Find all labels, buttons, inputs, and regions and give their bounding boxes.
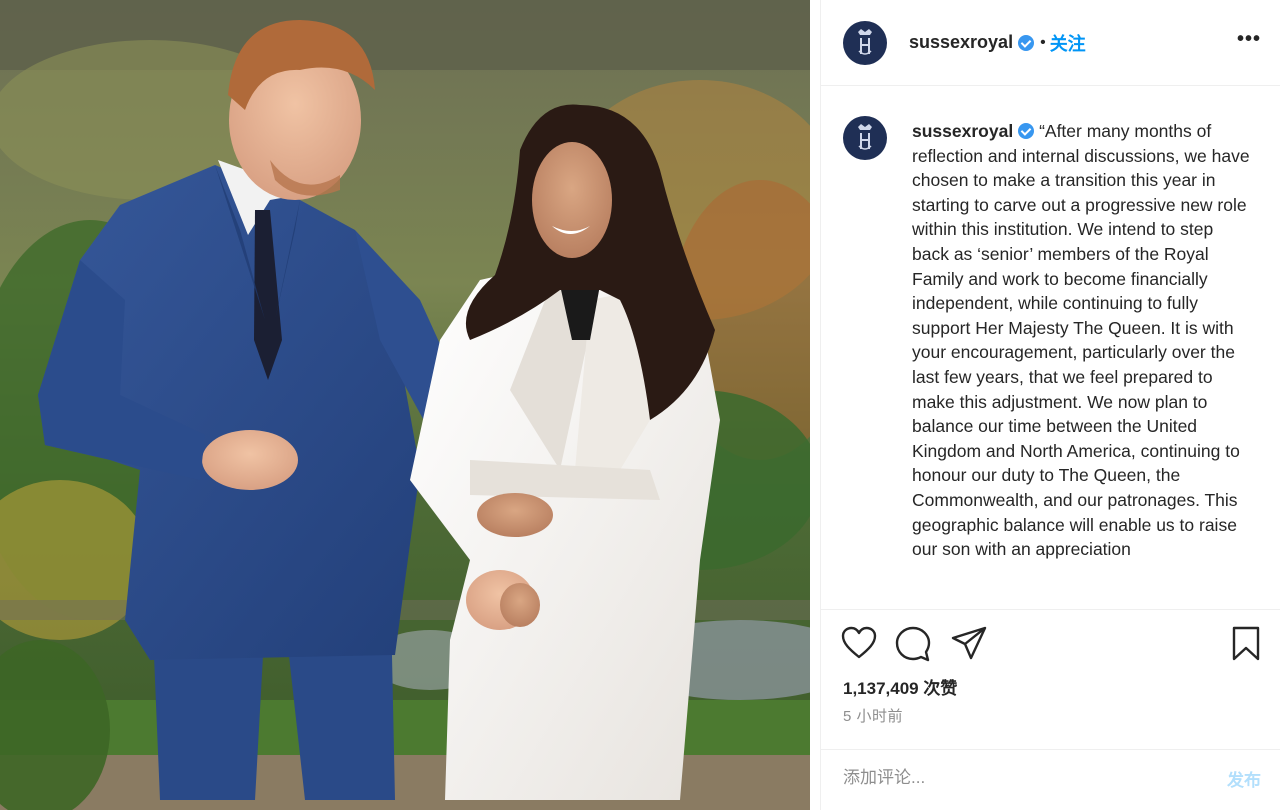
- post-timestamp[interactable]: 5 小时前: [843, 705, 903, 726]
- royal-monogram-icon: [858, 124, 872, 150]
- instagram-post-page: sussexroyal • 关注 ••• sussexroyal “After …: [0, 0, 1280, 810]
- share-icon[interactable]: [951, 626, 987, 665]
- header-username[interactable]: sussexroyal: [909, 32, 1013, 53]
- bookmark-icon[interactable]: [1231, 626, 1261, 667]
- more-options-button[interactable]: •••: [1237, 28, 1261, 51]
- separator-dot: •: [1040, 33, 1046, 51]
- follow-button[interactable]: 关注: [1050, 30, 1086, 56]
- royal-monogram-icon: [858, 28, 872, 55]
- heart-icon[interactable]: [841, 626, 877, 665]
- comment-icon[interactable]: [895, 626, 931, 667]
- caption-avatar[interactable]: [843, 116, 887, 160]
- caption-text: “After many months of reflection and int…: [912, 121, 1250, 560]
- verified-badge-icon: [1018, 34, 1035, 51]
- caption-text-block: sussexroyal “After many months of reflec…: [912, 119, 1252, 562]
- avatar[interactable]: [843, 20, 887, 65]
- comment-input[interactable]: [843, 764, 1183, 792]
- verified-badge-icon: [1018, 123, 1035, 139]
- caption-username[interactable]: sussexroyal: [912, 121, 1013, 141]
- post-photo-illustration: [0, 0, 810, 810]
- likes-count[interactable]: 1,137,409 次赞: [843, 674, 957, 699]
- post-photo[interactable]: [0, 0, 810, 810]
- comment-box: 发布: [821, 750, 1280, 810]
- post-comment-button[interactable]: 发布: [1227, 766, 1261, 791]
- caption-area: sussexroyal “After many months of reflec…: [821, 86, 1280, 610]
- post-actions: 1,137,409 次赞 5 小时前: [821, 610, 1280, 750]
- post-side-panel: sussexroyal • 关注 ••• sussexroyal “After …: [820, 0, 1280, 810]
- post-header: sussexroyal • 关注 •••: [821, 0, 1280, 86]
